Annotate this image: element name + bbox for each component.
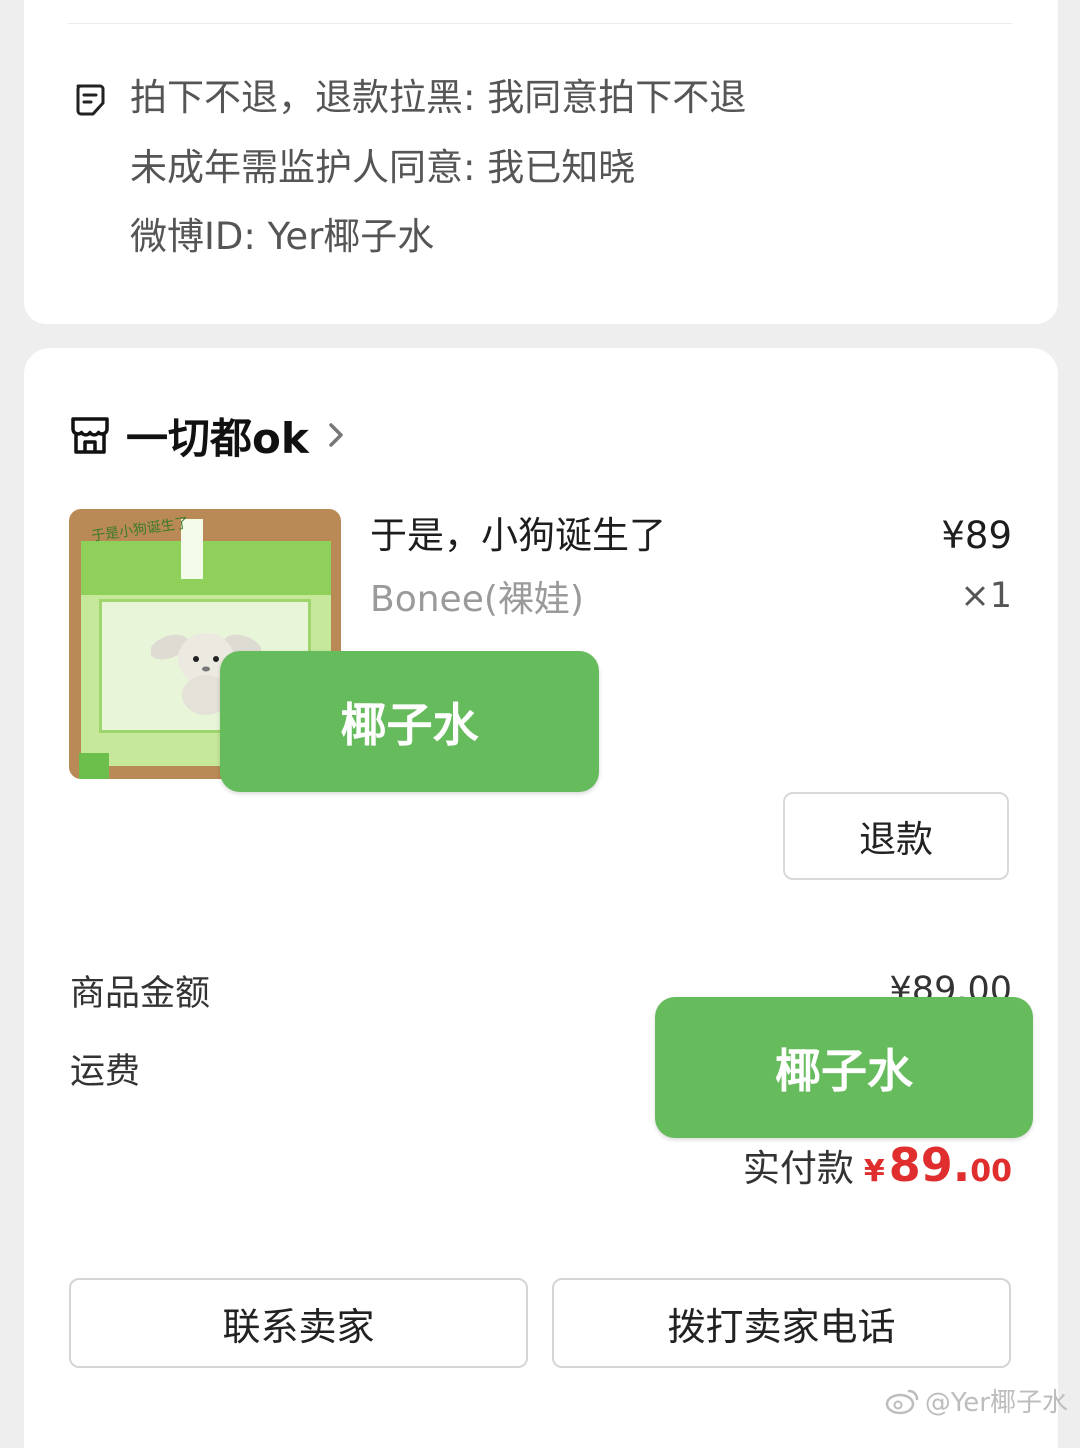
watermark-text: @Yer椰子水 (924, 1388, 1068, 1418)
store-icon (71, 417, 109, 454)
note-line-weibo-id: 微博ID: Yer椰子水 (130, 215, 435, 258)
paid-decimal: 00 (970, 1154, 1012, 1189)
paid-currency: ¥ (863, 1154, 885, 1189)
paid-amount-row: 实付款 ¥ 89. 00 (743, 1138, 1012, 1192)
product-quantity: ×1 (960, 576, 1012, 616)
chevron-right-icon (329, 423, 343, 447)
shop-link[interactable]: 一切都ok (68, 408, 349, 463)
overlay-sticker: 椰子水 (655, 997, 1033, 1138)
paid-integer: 89. (888, 1138, 971, 1192)
contact-seller-button[interactable]: 联系卖家 (69, 1278, 528, 1368)
divider (68, 23, 1012, 24)
product-price: ¥89 (941, 514, 1012, 557)
note-line-no-refund: 拍下不退，退款拉黑: 我同意拍下不退 (130, 76, 747, 119)
goods-amount-label: 商品金额 (70, 974, 211, 1014)
product-subtitle: Bonee(裸娃) (370, 579, 584, 620)
note-icon (76, 84, 105, 116)
thumbnail-lid (81, 541, 331, 595)
call-seller-button[interactable]: 拨打卖家电话 (552, 1278, 1011, 1368)
shipping-label: 运费 (70, 1052, 141, 1092)
note-line-minor-consent: 未成年需监护人同意: 我已知晓 (130, 146, 636, 189)
gift-icon (79, 753, 109, 779)
product-title[interactable]: 于是，小狗诞生了 (370, 514, 666, 558)
shop-name: 一切都ok (126, 413, 309, 463)
watermark: @Yer椰子水 (885, 1382, 1068, 1419)
overlay-sticker: 椰子水 (220, 651, 599, 792)
weibo-icon (885, 1389, 919, 1414)
refund-button[interactable]: 退款 (783, 792, 1009, 880)
paid-label: 实付款 (742, 1147, 854, 1190)
